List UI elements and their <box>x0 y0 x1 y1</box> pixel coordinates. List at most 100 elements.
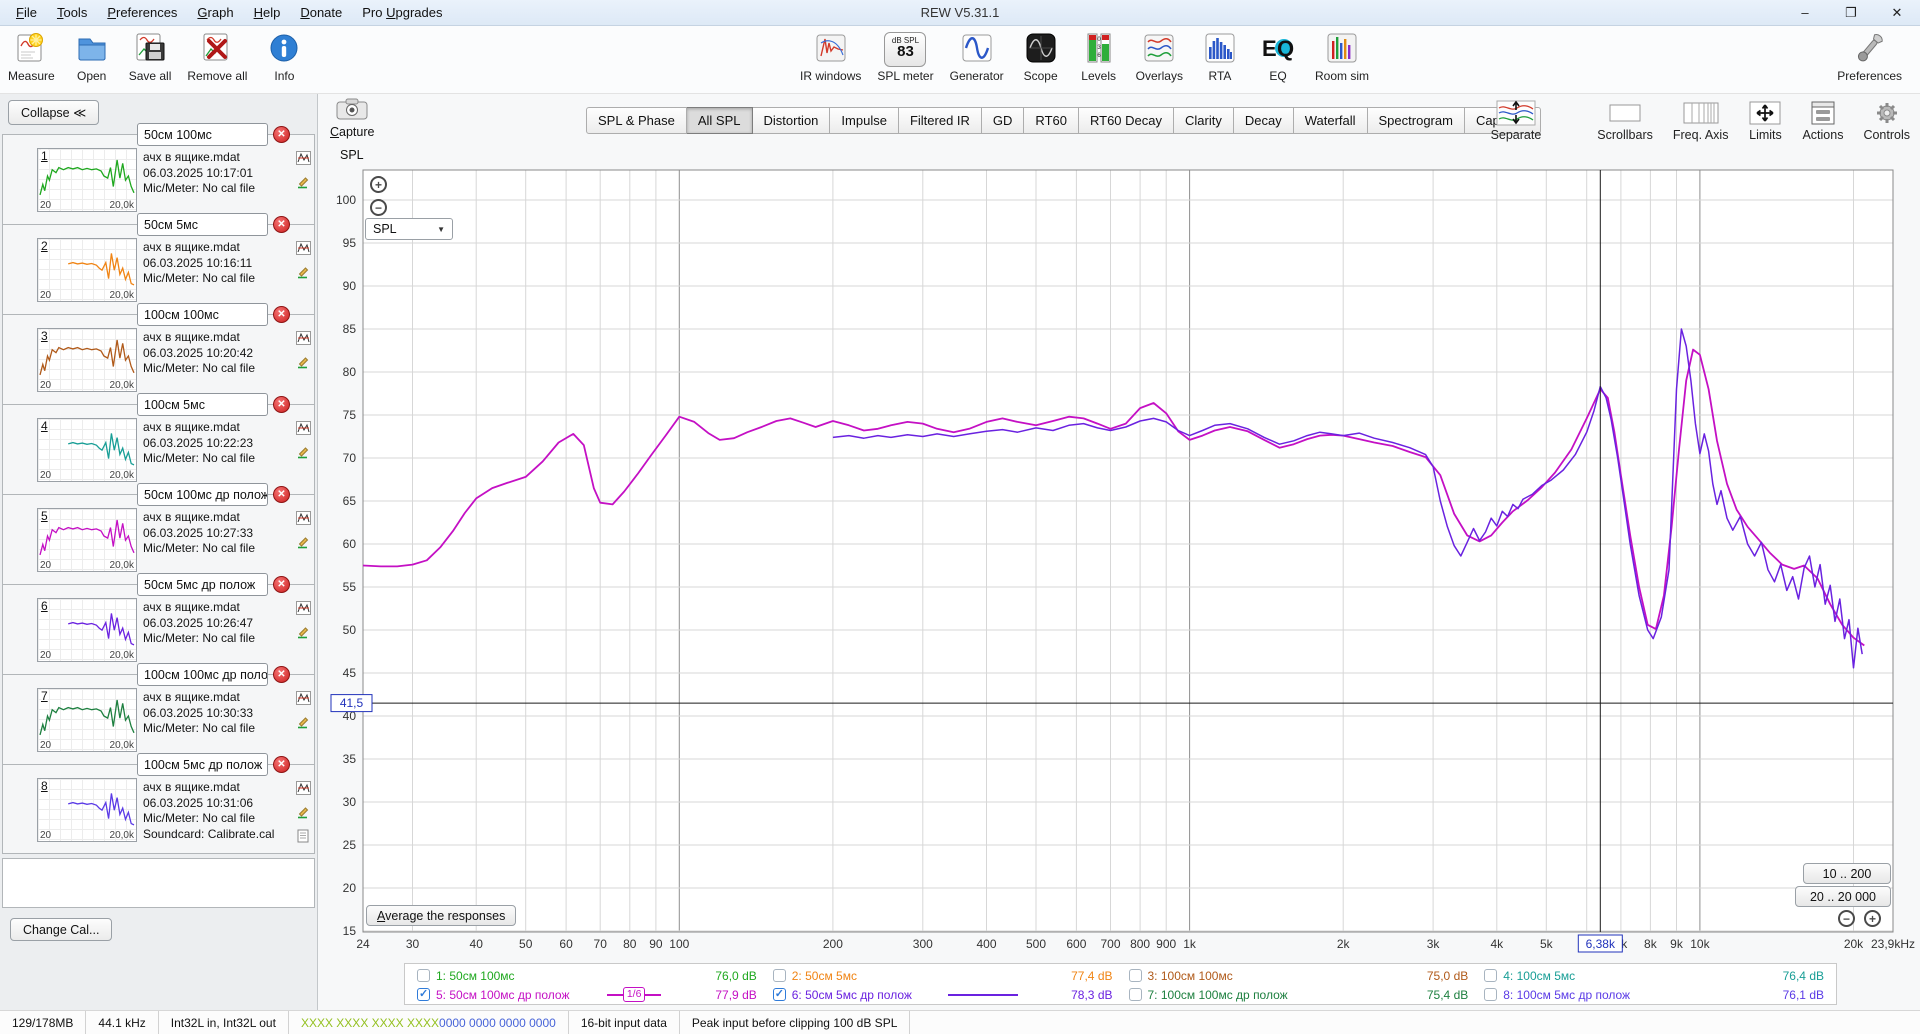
delete-measurement-button[interactable]: ✕ <box>273 305 290 323</box>
controls-button[interactable]: Controls <box>1863 99 1910 142</box>
measurement-thumbnail[interactable]: 3 20 20,0k <box>37 328 137 392</box>
cal-file-icon[interactable] <box>296 829 311 846</box>
measurement-item-3[interactable]: 100см 100мс ✕ 3 20 20,0k ачх в ящике.mdat… <box>2 302 315 404</box>
ir-windows-button[interactable]: IR windows <box>800 31 861 83</box>
preferences-button[interactable]: Preferences <box>1837 31 1902 83</box>
spl-axis-select[interactable]: SPL ▼ <box>365 218 453 240</box>
measurement-name-input[interactable]: 100см 100мс др полож <box>137 662 268 686</box>
capture-button[interactable]: Capture <box>330 97 374 139</box>
measurement-item-6[interactable]: 50см 5мс др полож ✕ 6 20 20,0k ачх в ящик… <box>2 572 315 674</box>
menu-help[interactable]: Help <box>244 1 291 24</box>
menu-file[interactable]: File <box>6 1 47 24</box>
legend-checkbox-6[interactable] <box>772 987 786 1001</box>
overlays-button[interactable]: Overlays <box>1136 31 1183 83</box>
close-button[interactable]: ✕ <box>1874 0 1920 25</box>
measurement-item-5[interactable]: 50см 100мс др полож ✕ 5 20 20,0k ачх в ящ… <box>2 482 315 584</box>
legend-label[interactable]: 2: 50см 5мс <box>792 969 857 983</box>
spectrum-small-icon[interactable] <box>296 511 311 528</box>
pencil-icon[interactable] <box>296 265 311 282</box>
zoom-in-y-button[interactable]: + <box>370 176 387 193</box>
measurement-item-4[interactable]: 100см 5мс ✕ 4 20 20,0k ачх в ящике.mdat 0… <box>2 392 315 494</box>
limits-button[interactable]: Limits <box>1748 99 1782 142</box>
delete-measurement-button[interactable]: ✕ <box>273 575 290 593</box>
tab-impulse[interactable]: Impulse <box>830 107 899 134</box>
legend-label[interactable]: 7: 100см 100мс др полож <box>1148 988 1288 1002</box>
legend-checkbox-5[interactable] <box>417 987 430 1001</box>
legend-checkbox-2[interactable] <box>772 969 786 982</box>
measurement-thumbnail[interactable]: 1 20 20,0k <box>37 148 137 212</box>
measurement-name-input[interactable]: 50см 100мс <box>137 122 268 146</box>
measurement-name-input[interactable]: 50см 5мс др полож <box>137 572 268 596</box>
pencil-icon[interactable] <box>296 805 311 822</box>
measurement-item-1[interactable]: 50см 100мс ✕ 1 20 20,0k ачх в ящике.mdat … <box>2 122 315 224</box>
tab-spl-phase[interactable]: SPL & Phase <box>586 107 687 134</box>
pencil-icon[interactable] <box>296 355 311 372</box>
delete-measurement-button[interactable]: ✕ <box>273 755 290 773</box>
zoom-out-y-button[interactable]: − <box>370 199 387 216</box>
average-responses-button[interactable]: Average the responses <box>366 905 517 926</box>
minimize-button[interactable]: – <box>1782 0 1828 25</box>
measurement-name-input[interactable]: 50см 100мс др полож <box>137 482 268 506</box>
rta-button[interactable]: RTA <box>1199 31 1241 83</box>
tab-decay[interactable]: Decay <box>1233 107 1294 134</box>
measurement-name-input[interactable]: 50см 5мс <box>137 212 268 236</box>
zoom-out-x-button[interactable]: − <box>1838 910 1855 927</box>
tab-spectrogram[interactable]: Spectrogram <box>1367 107 1465 134</box>
menu-graph[interactable]: Graph <box>187 1 243 24</box>
legend-label[interactable]: 4: 100см 5мс <box>1503 969 1575 983</box>
legend-label[interactable]: 5: 50см 100мс др полож <box>436 988 570 1002</box>
legend-checkbox-8[interactable] <box>1484 988 1498 1001</box>
scrollbars-button[interactable]: Scrollbars <box>1597 99 1653 142</box>
delete-measurement-button[interactable]: ✕ <box>273 395 290 413</box>
zoom-in-x-button[interactable]: + <box>1864 910 1881 927</box>
pencil-icon[interactable] <box>296 535 311 552</box>
measurement-item-8[interactable]: 100см 5мс др полож ✕ 8 20 20,0k ачх в ящи… <box>2 752 315 854</box>
spectrum-small-icon[interactable] <box>296 151 311 168</box>
measurement-item-7[interactable]: 100см 100мс др полож ✕ 7 20 20,0k ачх в я… <box>2 662 315 764</box>
measurement-thumbnail[interactable]: 7 20 20,0k <box>37 688 137 752</box>
remove-all-button[interactable]: Remove all <box>187 31 247 83</box>
measurement-item-2[interactable]: 50см 5мс ✕ 2 20 20,0k ачх в ящике.mdat 06… <box>2 212 315 314</box>
range-20-20000-button[interactable]: 20 .. 20 000 <box>1795 886 1891 907</box>
scope-button[interactable]: Scope <box>1020 31 1062 83</box>
spl-chart[interactable]: 100 95 90 85 80 75 70 65 60 55 50 45 40 35 30 25 20 1524 3… <box>318 94 1920 956</box>
delete-measurement-button[interactable]: ✕ <box>273 665 290 683</box>
legend-checkbox-1[interactable] <box>417 969 430 982</box>
spectrum-small-icon[interactable] <box>296 601 311 618</box>
spectrum-small-icon[interactable] <box>296 331 311 348</box>
separate-button[interactable]: Separate <box>1491 99 1541 142</box>
freq-axis-button[interactable]: Freq. Axis <box>1673 99 1728 142</box>
tab-gd[interactable]: GD <box>981 107 1025 134</box>
room-sim-button[interactable]: Room sim <box>1315 31 1369 83</box>
tab-waterfall[interactable]: Waterfall <box>1293 107 1368 134</box>
spectrum-small-icon[interactable] <box>296 691 311 708</box>
tab-distortion[interactable]: Distortion <box>752 107 831 134</box>
spectrum-small-icon[interactable] <box>296 781 311 798</box>
legend-label[interactable]: 3: 100см 100мс <box>1148 969 1233 983</box>
tab-clarity[interactable]: Clarity <box>1174 107 1234 134</box>
measurement-thumbnail[interactable]: 4 20 20,0k <box>37 418 137 482</box>
pencil-icon[interactable] <box>296 625 311 642</box>
measurement-name-input[interactable]: 100см 5мс <box>137 392 268 416</box>
measurement-thumbnail[interactable]: 5 20 20,0k <box>37 508 137 572</box>
measurement-thumbnail[interactable]: 6 20 20,0k <box>37 598 137 662</box>
menu-pro-upgrades[interactable]: Pro Upgrades <box>352 1 452 24</box>
menu-preferences[interactable]: Preferences <box>97 1 187 24</box>
change-cal-button[interactable]: Change Cal... <box>10 918 113 941</box>
range-10-200-button[interactable]: 10 .. 200 <box>1803 863 1891 884</box>
generator-button[interactable]: Generator <box>950 31 1004 83</box>
tab-rt60[interactable]: RT60 <box>1024 107 1079 134</box>
tab-filtered-ir[interactable]: Filtered IR <box>898 107 982 134</box>
legend-label[interactable]: 8: 100см 5мс др полож <box>1503 988 1630 1002</box>
measurement-name-input[interactable]: 100см 100мс <box>137 302 268 326</box>
delete-measurement-button[interactable]: ✕ <box>273 485 290 503</box>
legend-checkbox-7[interactable] <box>1128 988 1142 1001</box>
pencil-icon[interactable] <box>296 715 311 732</box>
menu-donate[interactable]: Donate <box>290 1 352 24</box>
delete-measurement-button[interactable]: ✕ <box>273 215 290 233</box>
measurement-thumbnail[interactable]: 2 20 20,0k <box>37 238 137 302</box>
spl-meter-button[interactable]: dB SPL 83 SPL meter <box>877 31 934 83</box>
spectrum-small-icon[interactable] <box>296 421 311 438</box>
save-all-button[interactable]: Save all <box>129 31 171 83</box>
measure-button[interactable]: Measure <box>8 31 55 83</box>
